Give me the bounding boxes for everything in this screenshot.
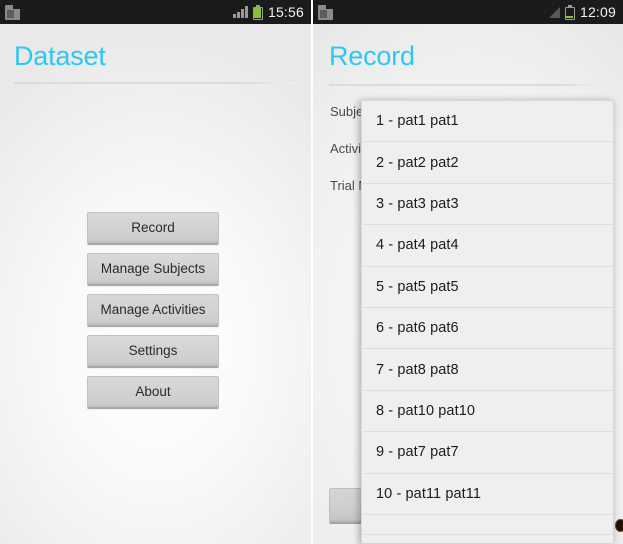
dropdown-item-4[interactable]: 4 - pat4 pat4 xyxy=(362,225,613,267)
manage-subjects-button[interactable]: Manage Subjects xyxy=(87,253,219,286)
left-app-body: Dataset Record Manage Subjects Manage Ac… xyxy=(0,24,311,544)
about-button[interactable]: About xyxy=(87,376,219,409)
right-status-right-icons: 12:09 xyxy=(548,4,616,20)
dropdown-item-9[interactable]: 9 - pat7 pat7 xyxy=(362,432,613,474)
left-page-title: Dataset xyxy=(14,41,106,71)
battery-low-icon xyxy=(564,4,575,20)
dropdown-item-11-partial[interactable] xyxy=(362,514,613,535)
dropdown-item-8[interactable]: 8 - pat10 pat10 xyxy=(362,390,613,433)
right-status-clock: 12:09 xyxy=(579,4,616,20)
left-status-right-icons: 15:56 xyxy=(233,4,304,20)
right-status-left-icons xyxy=(317,4,334,21)
left-status-bar: 15:56 xyxy=(0,0,311,24)
left-status-left-icons xyxy=(4,4,21,21)
dropdown-item-5[interactable]: 5 - pat5 pat5 xyxy=(362,266,613,308)
sd-card-warning-icon xyxy=(4,4,21,21)
left-title-divider xyxy=(14,82,297,84)
settings-button[interactable]: Settings xyxy=(87,335,219,368)
dropdown-item-10[interactable]: 10 - pat11 pat11 xyxy=(362,473,613,515)
left-status-clock: 15:56 xyxy=(267,4,304,20)
record-button[interactable]: Record xyxy=(87,212,219,245)
sd-card-warning-icon xyxy=(317,4,334,21)
left-phone-panel: 15:56 Dataset Record Manage Subjects Man… xyxy=(0,0,311,544)
dropdown-item-2[interactable]: 2 - pat2 pat2 xyxy=(362,142,613,184)
right-page-title: Record xyxy=(329,41,415,71)
dropdown-item-3[interactable]: 3 - pat3 pat3 xyxy=(362,183,613,226)
dual-phone-screenshot: 15:56 Dataset Record Manage Subjects Man… xyxy=(0,0,623,544)
right-phone-panel: 12:09 Record Subject: 1 - pat1 pat1 Acti… xyxy=(311,0,623,544)
manage-activities-button[interactable]: Manage Activities xyxy=(87,294,219,327)
right-status-bar: 12:09 xyxy=(313,0,623,24)
battery-full-icon xyxy=(252,4,263,20)
dropdown-item-6[interactable]: 6 - pat6 pat6 xyxy=(362,307,613,350)
signal-triangle-icon xyxy=(548,6,560,18)
cursor-pointer-icon xyxy=(615,519,623,532)
main-menu-button-stack: Record Manage Subjects Manage Activities… xyxy=(87,212,219,409)
dropdown-item-7[interactable]: 7 - pat8 pat8 xyxy=(362,349,613,391)
dropdown-item-1[interactable]: 1 - pat1 pat1 xyxy=(362,101,613,143)
subject-dropdown-list[interactable]: 1 - pat1 pat1 2 - pat2 pat2 3 - pat3 pat… xyxy=(361,100,614,544)
signal-bars-icon xyxy=(233,6,248,18)
right-title-divider xyxy=(329,84,609,86)
